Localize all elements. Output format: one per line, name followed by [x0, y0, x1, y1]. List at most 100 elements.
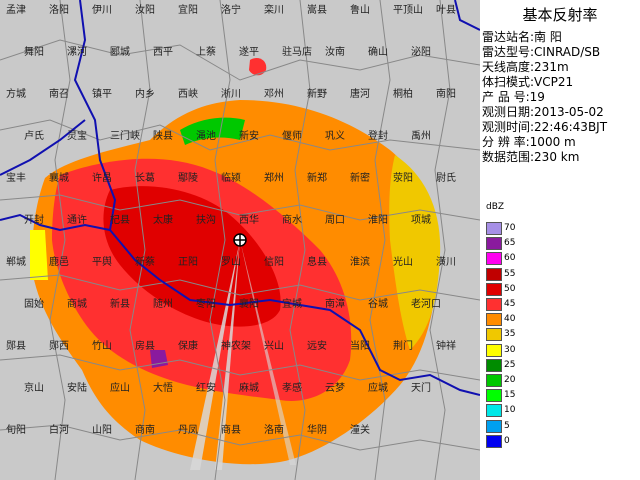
legend-level-label: 45	[504, 299, 516, 309]
legend-level-label: 40	[504, 314, 516, 325]
place-label: 淮阳	[368, 215, 388, 226]
place-label: 西平	[153, 47, 173, 58]
place-label: 山阳	[92, 425, 112, 436]
legend-level-label: 30	[504, 344, 516, 355]
legend-swatch	[486, 313, 502, 327]
place-label: 大悟	[153, 383, 173, 394]
place-label: 平舆	[92, 257, 112, 268]
legend-level-label: 10	[504, 405, 516, 416]
radar-map[interactable]: 孟津 洛阳 伊川 汝阳 宜阳 洛宁 栾川 嵩县 鲁山 平顶山 叶县 舞阳 漯河 郾城 西平 上蔡 遂平 驻马店 汝南…	[0, 0, 480, 480]
place-label: 驻马店	[282, 47, 312, 58]
place-label: 唐河	[350, 89, 370, 100]
place-label: 襄阳	[239, 299, 259, 310]
radar-display: { "panel": { "title": "基本反射率", "station"…	[0, 0, 640, 480]
place-label: 西华	[239, 215, 259, 226]
legend-swatch	[486, 328, 502, 342]
place-label: 郑州	[264, 173, 284, 184]
place-label: 正阳	[178, 257, 198, 268]
place-label: 陕县	[153, 131, 173, 142]
legend-level-label: 15	[504, 390, 516, 401]
place-label: 商南	[135, 425, 155, 436]
place-label: 通许	[67, 215, 87, 226]
echo-yellow-west	[30, 230, 48, 280]
place-label: 登封	[368, 131, 388, 142]
data-range: 数据范围:230 km	[482, 150, 580, 164]
place-label: 京山	[24, 383, 44, 394]
legend-level-label: 35	[504, 329, 516, 340]
place-label: 周口	[325, 215, 345, 226]
legend-level-label: 5	[504, 420, 510, 431]
place-label: 襄城	[49, 173, 69, 184]
place-label: 淅川	[221, 89, 241, 100]
place-label: 麻城	[239, 383, 259, 394]
place-label: 舞阳	[24, 47, 44, 58]
place-label: 鄢陵	[178, 173, 198, 184]
place-label: 应山	[110, 383, 130, 394]
legend-swatch	[486, 252, 502, 266]
place-label: 商县	[221, 425, 241, 436]
place-label: 新县	[110, 299, 130, 310]
place-label: 郾城	[110, 47, 130, 58]
legend-level-label: 60	[504, 253, 516, 264]
place-label: 信阳	[264, 257, 284, 268]
place-label: 商水	[282, 215, 302, 226]
place-label: 宜阳	[178, 5, 198, 16]
place-label: 太康	[153, 215, 173, 226]
legend-swatch	[486, 343, 502, 357]
place-label: 老河口	[411, 299, 441, 310]
legend-swatch	[486, 222, 502, 235]
place-label: 嵩县	[307, 5, 327, 16]
place-label: 鹿邑	[49, 257, 69, 268]
legend-level-label: 50	[504, 283, 516, 294]
legend-level-label: 55	[504, 268, 516, 279]
place-label: 应城	[368, 383, 388, 394]
place-label: 罗山	[221, 257, 241, 268]
place-label: 天门	[411, 383, 431, 394]
place-label: 枣阳	[196, 299, 216, 310]
place-label: 三门峡	[110, 131, 140, 142]
place-label: 尉氏	[436, 173, 456, 184]
echo-north-spot	[249, 58, 267, 76]
place-label: 镇平	[92, 89, 112, 100]
place-label: 神农架	[221, 341, 251, 352]
place-label: 丹凤	[178, 425, 198, 436]
place-label: 确山	[368, 47, 388, 58]
place-label: 红安	[196, 383, 216, 394]
legend-swatch	[486, 389, 502, 403]
place-label: 保康	[178, 341, 198, 352]
place-label: 南漳	[325, 299, 345, 310]
place-label: 开封	[24, 215, 44, 226]
place-label: 泌阳	[411, 47, 431, 58]
place-label: 郧县	[6, 341, 26, 352]
place-label: 汝南	[325, 47, 345, 58]
legend-swatch	[486, 374, 502, 387]
place-label: 南阳	[436, 89, 456, 100]
legend-swatch	[486, 237, 502, 251]
place-label: 宜城	[282, 299, 302, 310]
place-label: 邓州	[264, 89, 284, 100]
place-label: 当阳	[350, 341, 370, 352]
place-label: 洛南	[264, 425, 284, 436]
legend-level-label: 25	[504, 359, 516, 370]
place-label: 内乡	[135, 89, 155, 100]
place-label: 云梦	[325, 383, 345, 394]
product-title: 基本反射率	[522, 6, 598, 24]
place-label: 项城	[411, 215, 431, 226]
place-label: 息县	[307, 257, 327, 268]
place-label: 禹州	[411, 131, 431, 142]
place-label: 商城	[67, 299, 87, 310]
place-label: 新蔡	[135, 257, 155, 268]
legend-level-label: 0	[504, 435, 510, 446]
place-label: 华阴	[307, 425, 327, 436]
place-label: 安陆	[67, 383, 87, 394]
legend-swatch	[486, 404, 502, 418]
place-label: 固始	[24, 299, 44, 310]
place-label: 洛阳	[49, 5, 69, 16]
place-label: 平顶山	[393, 5, 423, 16]
place-label: 旬阳	[6, 425, 26, 436]
radar-map-graphic	[0, 0, 480, 480]
place-label: 新密	[350, 173, 370, 184]
legend-unit: dBZ	[486, 202, 505, 212]
place-label: 房县	[135, 341, 155, 352]
place-label: 扶沟	[196, 215, 216, 226]
